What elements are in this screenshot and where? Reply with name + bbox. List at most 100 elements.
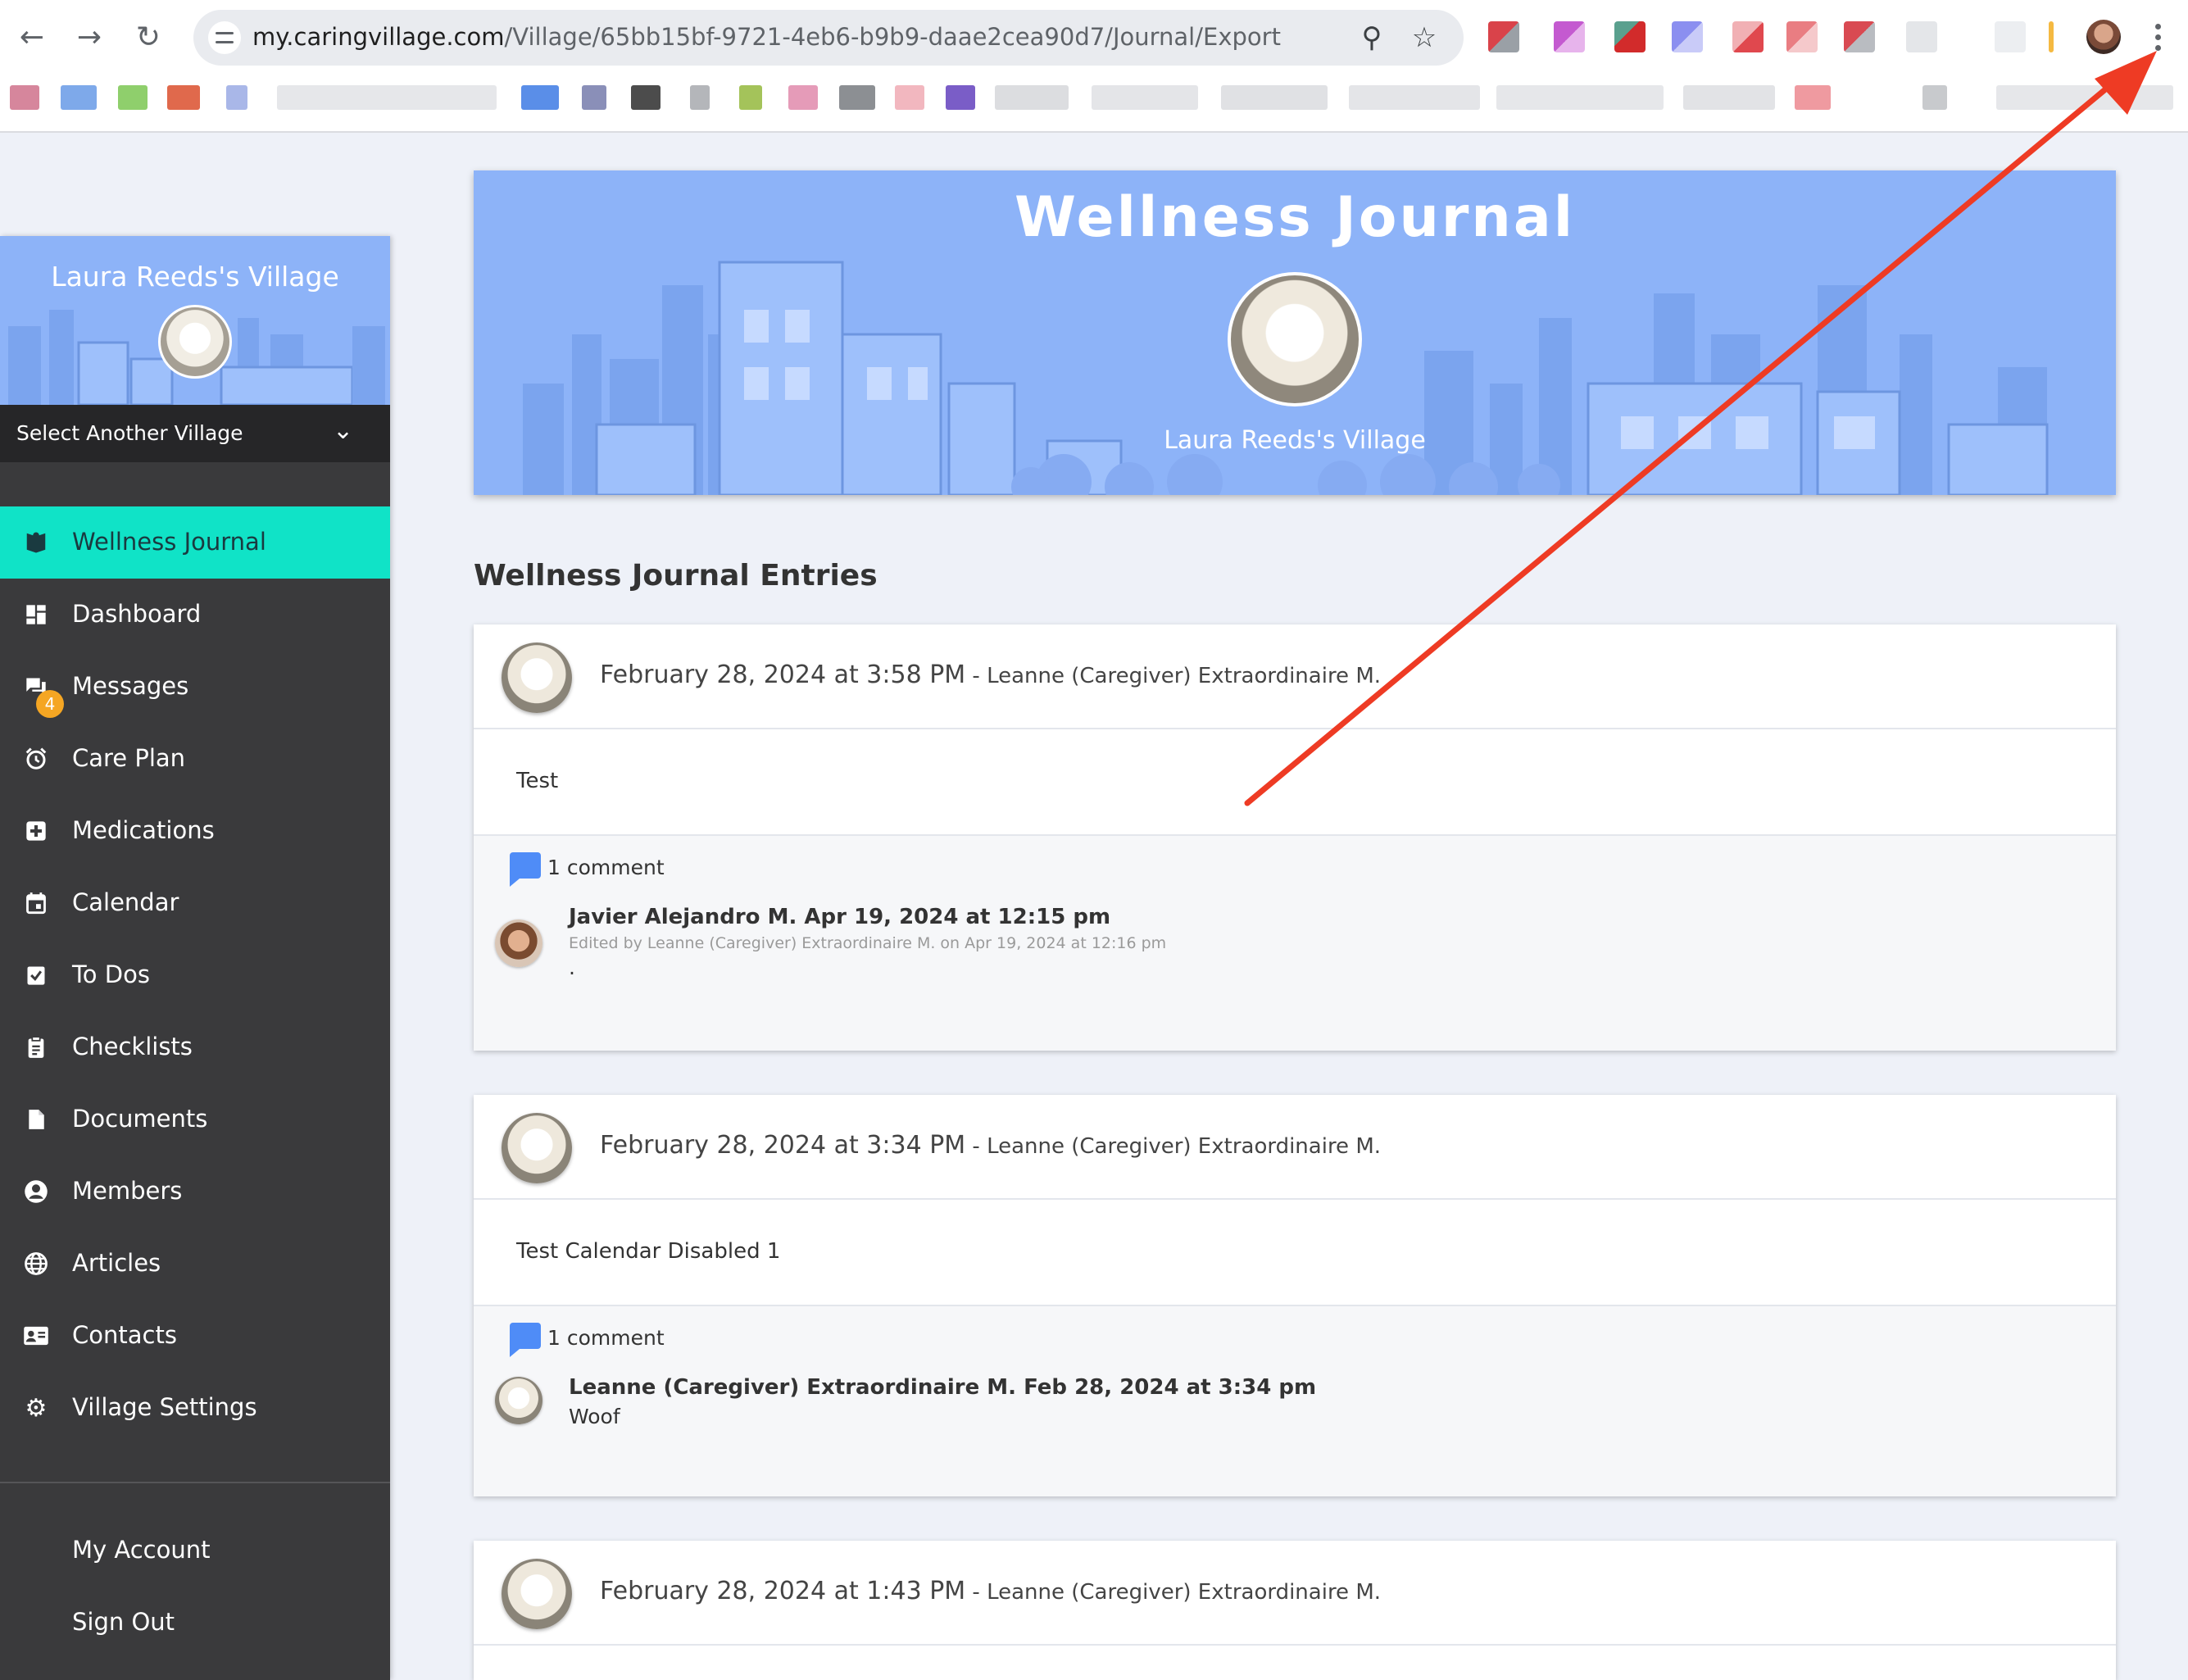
sidebar-item-members[interactable]: Members <box>0 1156 390 1228</box>
bookmark-item[interactable] <box>995 85 1069 110</box>
medical-plus-icon <box>23 818 49 844</box>
bookmark-item[interactable] <box>631 85 660 110</box>
comment-count[interactable]: 1 comment <box>547 1326 665 1350</box>
extension-icon[interactable] <box>1995 21 2026 52</box>
sidebar-item-label: Contacts <box>72 1321 177 1349</box>
sidebar-item-label: Dashboard <box>72 600 202 628</box>
sidebar-item-care-plan[interactable]: Care Plan <box>0 723 390 795</box>
my-account-link[interactable]: My Account <box>72 1536 211 1564</box>
entries-section-title: Wellness Journal Entries <box>474 559 878 593</box>
sidebar-item-label: Articles <box>72 1249 161 1277</box>
bookmark-item[interactable] <box>788 85 818 110</box>
divider <box>2049 21 2054 52</box>
bookmark-item[interactable] <box>521 85 559 110</box>
sidebar-item-calendar[interactable]: Calendar <box>0 867 390 939</box>
bookmark-item[interactable] <box>1221 85 1328 110</box>
bookmark-star-icon[interactable]: ☆ <box>1408 21 1441 54</box>
bookmark-item[interactable] <box>1795 85 1831 110</box>
commenter-avatar <box>495 1377 542 1424</box>
bookmark-item[interactable] <box>946 85 975 110</box>
sidebar-item-medications[interactable]: Medications <box>0 795 390 867</box>
profile-avatar[interactable] <box>2086 20 2121 54</box>
sidebar-item-contacts[interactable]: Contacts <box>0 1300 390 1372</box>
alarm-clock-icon <box>23 746 49 772</box>
calendar-icon <box>23 890 49 916</box>
extension-icon[interactable] <box>1844 21 1875 52</box>
extension-icon[interactable] <box>1786 21 1818 52</box>
bookmark-item[interactable] <box>1092 85 1198 110</box>
sidebar-item-village-settings[interactable]: ⚙ Village Settings <box>0 1372 390 1444</box>
bookmark-item[interactable] <box>1996 85 2173 110</box>
site-settings-icon[interactable] <box>208 21 241 54</box>
extension-icon[interactable] <box>1672 21 1703 52</box>
gear-icon: ⚙ <box>25 1393 48 1423</box>
entry-comments: 1 comment Leanne (Caregiver) Extraordina… <box>474 1305 2116 1496</box>
extension-icon[interactable] <box>1732 21 1764 52</box>
sign-out-link[interactable]: Sign Out <box>72 1608 175 1636</box>
forward-arrow-icon[interactable]: → <box>69 16 110 57</box>
entry-header: February 28, 2024 at 3:34 PM - Leanne (C… <box>474 1095 2116 1200</box>
sidebar-item-label: Village Settings <box>72 1393 257 1421</box>
sidebar-item-to-dos[interactable]: To Dos <box>0 939 390 1011</box>
bookmark-item[interactable] <box>839 85 875 110</box>
contact-card-icon <box>23 1323 49 1349</box>
entry-body-text: Test <box>516 769 559 793</box>
bookmark-item[interactable] <box>895 85 924 110</box>
entry-author: - Leanne (Caregiver) Extraordinaire M. <box>965 664 1382 688</box>
journal-entry-card: February 28, 2024 at 3:34 PM - Leanne (C… <box>474 1095 2116 1496</box>
village-avatar <box>1228 272 1362 406</box>
dashboard-icon <box>23 602 49 628</box>
url-host: my.caringvillage.com <box>252 23 505 51</box>
url-text[interactable]: my.caringvillage.com/Village/65bb15bf-97… <box>252 23 1281 51</box>
sidebar-item-messages[interactable]: 4 Messages <box>0 651 390 723</box>
author-avatar <box>502 1559 572 1629</box>
extension-icon[interactable] <box>1906 21 1937 52</box>
extension-icon[interactable] <box>1554 21 1585 52</box>
bookmark-item[interactable] <box>739 85 762 110</box>
sidebar-item-articles[interactable]: Articles <box>0 1228 390 1300</box>
bookmark-item[interactable] <box>1922 85 1947 110</box>
bookmark-item[interactable] <box>10 85 39 110</box>
bookmark-item[interactable] <box>226 85 247 110</box>
author-avatar <box>502 642 572 713</box>
sidebar-item-checklists[interactable]: Checklists <box>0 1011 390 1083</box>
todo-check-icon <box>23 962 49 988</box>
select-village-label: Select Another Village <box>16 421 243 445</box>
bookmark-item[interactable] <box>1683 85 1775 110</box>
comment-text: Woof <box>569 1405 620 1428</box>
sidebar-item-dashboard[interactable]: Dashboard <box>0 579 390 651</box>
bookmark-item[interactable] <box>582 85 606 110</box>
sidebar-item-documents[interactable]: Documents <box>0 1083 390 1156</box>
sidebar-divider <box>0 1482 390 1483</box>
back-arrow-icon[interactable]: ← <box>11 16 52 57</box>
extension-icon[interactable] <box>1614 21 1646 52</box>
entry-date: February 28, 2024 at 3:34 PM - Leanne (C… <box>600 1131 1381 1160</box>
bookmark-item[interactable] <box>167 85 200 110</box>
sidebar-item-label: Calendar <box>72 888 179 916</box>
journal-icon <box>23 529 49 556</box>
journal-hero-banner: Wellness Journal Laura Reeds's Village <box>474 170 2116 495</box>
village-avatar[interactable] <box>158 305 232 379</box>
bookmark-item[interactable] <box>118 85 148 110</box>
zoom-icon[interactable]: ⚲ <box>1355 21 1388 54</box>
extension-icon[interactable] <box>1488 21 1519 52</box>
sidebar-village-banner: Laura Reeds's Village <box>0 236 390 405</box>
sidebar-item-label: Members <box>72 1177 183 1205</box>
browser-menu-icon[interactable] <box>2152 21 2163 54</box>
bookmark-item[interactable] <box>1496 85 1664 110</box>
bookmark-item[interactable] <box>61 85 97 110</box>
select-village-dropdown[interactable]: Select Another Village ⌄ <box>0 405 390 462</box>
address-bar[interactable]: my.caringvillage.com/Village/65bb15bf-97… <box>193 10 1464 66</box>
bookmark-item[interactable] <box>690 85 710 110</box>
entry-header: February 28, 2024 at 3:58 PM - Leanne (C… <box>474 624 2116 729</box>
comment-text: . <box>569 956 575 979</box>
globe-icon <box>23 1251 49 1277</box>
comment-count[interactable]: 1 comment <box>547 856 665 879</box>
bookmark-item[interactable] <box>277 85 497 110</box>
sidebar-item-wellness-journal[interactable]: Wellness Journal <box>0 506 390 579</box>
entry-author: - Leanne (Caregiver) Extraordinaire M. <box>965 1580 1382 1605</box>
reload-icon[interactable]: ↻ <box>128 16 169 57</box>
clipboard-icon <box>23 1034 49 1060</box>
bookmark-item[interactable] <box>1349 85 1480 110</box>
comment-author: Leanne (Caregiver) Extraordinaire M. Feb… <box>569 1375 1317 1400</box>
